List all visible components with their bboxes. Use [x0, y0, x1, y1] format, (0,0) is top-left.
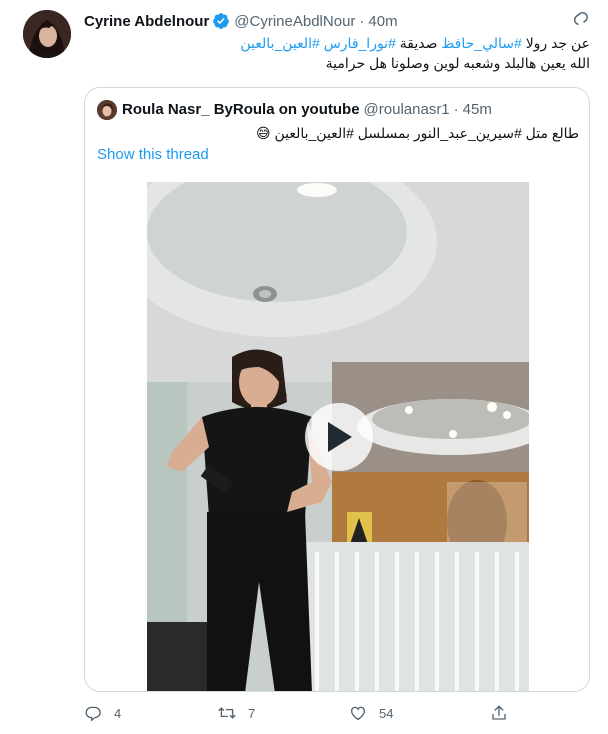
tweet-time[interactable]: 40m: [368, 13, 397, 30]
hashtag-link[interactable]: #العين_بالعين: [240, 35, 319, 51]
video-player[interactable]: [147, 182, 529, 691]
tweet-text-fragment: صديقة: [399, 35, 438, 51]
reply-count: 4: [114, 705, 122, 721]
share-icon: [492, 705, 506, 720]
tweet-text-fragment: عن جد رولا: [525, 35, 590, 51]
reply-icon: [85, 706, 101, 722]
show-thread-link[interactable]: Show this thread: [97, 146, 209, 163]
tweet-text-line2: الله يعين هالبلد وشعبه لوين وصلونا هل حر…: [325, 55, 590, 71]
separator-dot: ·: [359, 12, 365, 30]
verified-badge-icon: [213, 13, 230, 29]
like-button[interactable]: 54: [349, 704, 393, 722]
retweet-icon: [218, 707, 236, 719]
tweet-text-line1: عن جد رولا #سالي_حافظ صديقة #نورا_فارس #…: [84, 33, 590, 53]
play-icon: [328, 422, 352, 452]
share-button[interactable]: [490, 704, 508, 722]
tweet-actions: 4 7 54: [84, 704, 524, 726]
retweet-count: 7: [248, 705, 256, 721]
reply-button[interactable]: 4: [84, 704, 121, 722]
author-name[interactable]: Cyrine Abdelnour: [84, 13, 209, 30]
quoted-tweet[interactable]: Roula Nasr_ ByRoula on youtube @roulanas…: [84, 87, 590, 692]
tweet[interactable]: Cyrine Abdelnour @CyrineAbdlNour · 40m ع…: [0, 0, 608, 734]
separator-dot: ·: [453, 100, 459, 118]
quoted-tweet-text: طالع متل #سيرين_عبد_النور بمسلسل #العين_…: [255, 125, 579, 141]
hashtag-link[interactable]: #سالي_حافظ: [441, 35, 521, 51]
hashtag-link[interactable]: #نورا_فارس: [324, 35, 396, 51]
quoted-tweet-time[interactable]: 45m: [463, 101, 492, 118]
retweet-button[interactable]: 7: [218, 704, 255, 722]
like-count: 54: [379, 705, 394, 721]
more-options-icon[interactable]: [566, 10, 590, 34]
author-handle[interactable]: @CyrineAbdlNour: [234, 13, 355, 30]
quoted-author-handle[interactable]: @roulanasr1: [364, 101, 450, 118]
author-avatar[interactable]: [23, 10, 71, 58]
heart-icon: [350, 706, 366, 721]
quoted-author-avatar[interactable]: [97, 100, 117, 120]
play-button[interactable]: [305, 403, 373, 471]
quoted-author-name[interactable]: Roula Nasr_ ByRoula on youtube: [122, 101, 360, 118]
